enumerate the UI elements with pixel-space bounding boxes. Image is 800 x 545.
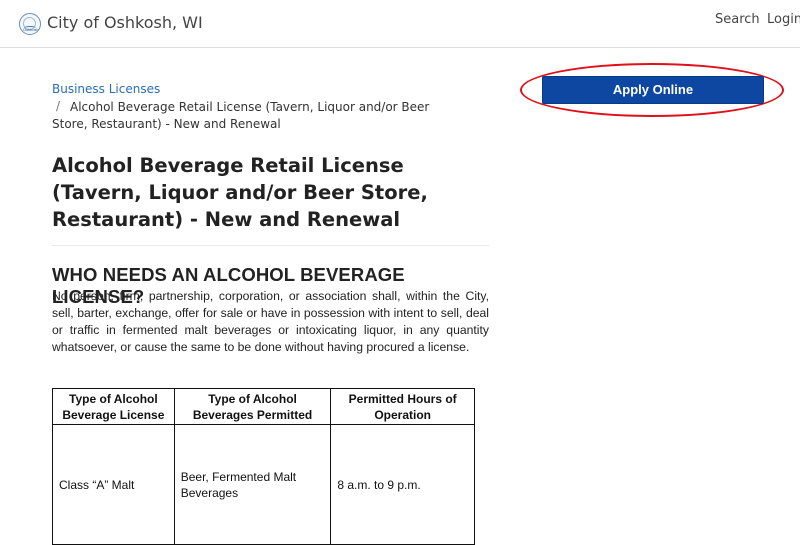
table-cell: Class “A” Malt: [52, 424, 175, 545]
table-header-row: Type of Alcohol Beverage License Type of…: [52, 388, 475, 425]
site-title-link[interactable]: City of Oshkosh, WI: [47, 13, 203, 32]
table-header-cell: Type of Alcohol Beverage License: [52, 388, 175, 425]
table-cell: Beer, Fermented Malt Beverages: [173, 424, 332, 545]
breadcrumb-current: Alcohol Beverage Retail License (Tavern,…: [52, 100, 430, 131]
divider: [52, 245, 489, 246]
section-body-text: No person, firm, partnership, corporatio…: [52, 289, 489, 354]
search-link[interactable]: Search: [715, 12, 760, 27]
table-header-cell: Permitted Hours of Operation: [330, 388, 475, 425]
apply-online-button[interactable]: Apply Online: [542, 76, 764, 104]
login-link[interactable]: Login: [767, 12, 800, 27]
license-table: Type of Alcohol Beverage License Type of…: [52, 388, 475, 545]
site-header: Oshkosh City of Oshkosh, WI Search Login: [0, 0, 800, 48]
logo-text: Oshkosh: [23, 27, 39, 32]
table-row: Class “A” Malt Beer, Fermented Malt Beve…: [52, 424, 475, 545]
city-logo-icon[interactable]: Oshkosh: [19, 13, 41, 35]
page-title: Alcohol Beverage Retail License (Tavern,…: [52, 154, 428, 231]
table-cell: 8 a.m. to 9 p.m.: [330, 424, 475, 545]
breadcrumb-business-licenses[interactable]: Business Licenses: [52, 82, 160, 96]
table-header-cell: Type of Alcohol Beverages Permitted: [173, 388, 332, 425]
